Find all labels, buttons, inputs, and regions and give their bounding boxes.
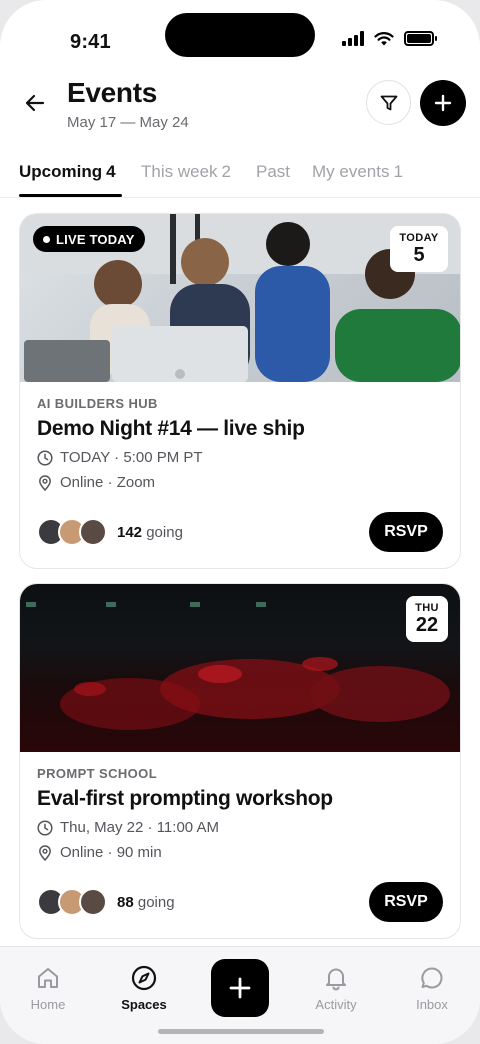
tab-label: My events [312,162,390,181]
nav-label: Home [30,997,66,1012]
attendee-avatars[interactable] [37,888,107,916]
event-location-row: Online · 90 min [37,844,443,861]
event-card[interactable]: LIVE TODAY TODAY 5 AI BUILDERS HUB Demo … [19,213,461,569]
event-location: Online · Zoom [60,474,156,491]
avatar [79,518,107,546]
date-badge: TODAY 5 [390,226,448,272]
active-tab-indicator [19,194,122,197]
tab-count: 4 [106,162,116,181]
event-title: Demo Night #14 — live ship [37,417,305,440]
nav-label: Inbox [416,997,448,1012]
live-label: LIVE TODAY [56,231,135,247]
going-number: 88 [117,893,134,911]
tab-past[interactable]: Past [256,162,290,182]
tab-this-week[interactable]: This week 2 [141,162,231,182]
home-icon [38,968,58,988]
date-day: THU [415,602,439,614]
clock-icon [37,449,53,466]
event-time-row: TODAY · 5:00 PM PT [37,449,443,466]
bottom-nav: Home Spaces Activity Inbox [0,946,480,1044]
tab-label: This week [141,162,218,181]
clock-icon [37,819,53,836]
page-header: Events May 17 — May 24 [0,70,480,150]
event-card[interactable]: THU 22 PROMPT SCHOOL Eval-first promptin… [19,583,461,939]
date-day: TODAY [399,232,439,244]
date-range: May 17 — May 24 [67,114,189,131]
going-number: 142 [117,523,143,541]
location-pin-icon [39,474,51,491]
event-details: PROMPT SCHOOL Eval-first prompting works… [20,752,460,938]
wifi-icon [374,32,394,46]
nav-label: Spaces [121,997,167,1012]
nav-home[interactable]: Home [8,965,88,1012]
bell-icon [326,968,346,991]
going-count: 142 going [117,524,183,541]
event-cover-image: LIVE TODAY TODAY 5 [20,214,460,382]
plus-icon [229,977,251,999]
nav-activity[interactable]: Activity [296,965,376,1012]
chat-bubble-icon [421,967,443,989]
home-indicator[interactable] [158,1029,324,1034]
event-footer: 88 going RSVP [37,882,443,922]
tab-count: 1 [393,162,403,181]
compass-icon [131,965,157,991]
filter-button[interactable] [366,80,411,125]
event-time: Thu, May 22 · 11:00 AM [60,819,219,836]
event-footer: 142 going RSVP [37,512,443,552]
going-label: going [146,523,183,541]
event-details: AI BUILDERS HUB Demo Night #14 — live sh… [20,382,460,568]
dynamic-island [165,13,315,57]
nav-inbox[interactable]: Inbox [392,965,472,1012]
event-location: Online · 90 min [60,844,162,861]
event-tabs: Upcoming 4 This week 2 Past My events 1 [0,150,480,198]
live-badge: LIVE TODAY [33,226,145,252]
page-title: Events [67,77,158,108]
plus-icon [434,94,452,112]
phone-screen: 9:41 Events May 17 — May 24 Upcoming 4 T… [0,0,480,1044]
going-count: 88 going [117,894,175,911]
event-title: Eval-first prompting workshop [37,787,333,810]
date-number: 5 [413,244,425,266]
event-time: TODAY · 5:00 PM PT [60,449,203,466]
event-location-row: Online · Zoom [37,474,443,491]
nav-label: Activity [315,997,357,1012]
nav-create-button[interactable] [211,959,269,1017]
event-time-row: Thu, May 22 · 11:00 AM [37,819,443,836]
event-organizer: AI BUILDERS HUB [37,396,158,411]
battery-icon [404,31,437,46]
rsvp-button[interactable]: RSVP [369,512,443,552]
location-pin-icon [39,844,51,861]
date-badge: THU 22 [406,596,448,642]
cellular-signal-icon [342,31,364,46]
status-time: 9:41 [70,31,111,53]
avatar [79,888,107,916]
nav-spaces[interactable]: Spaces [104,965,184,1012]
filter-icon [380,95,397,110]
attendee-avatars[interactable] [37,518,107,546]
tab-label: Upcoming [19,162,103,181]
rsvp-button[interactable]: RSVP [369,882,443,922]
event-organizer: PROMPT SCHOOL [37,766,158,781]
status-icons [342,31,437,46]
tab-count: 2 [221,162,231,181]
arrow-left-icon [25,94,45,112]
tab-my-events[interactable]: My events 1 [312,162,403,182]
going-label: going [137,893,175,911]
add-event-button[interactable] [420,80,466,126]
date-number: 22 [415,614,439,636]
live-dot-icon [43,235,50,243]
back-button[interactable] [20,88,50,118]
tab-upcoming[interactable]: Upcoming 4 [19,162,116,182]
status-bar: 9:41 [0,0,480,70]
event-cover-image: THU 22 [20,584,460,752]
cover-illustration [26,602,450,730]
tab-label: Past [256,162,291,181]
